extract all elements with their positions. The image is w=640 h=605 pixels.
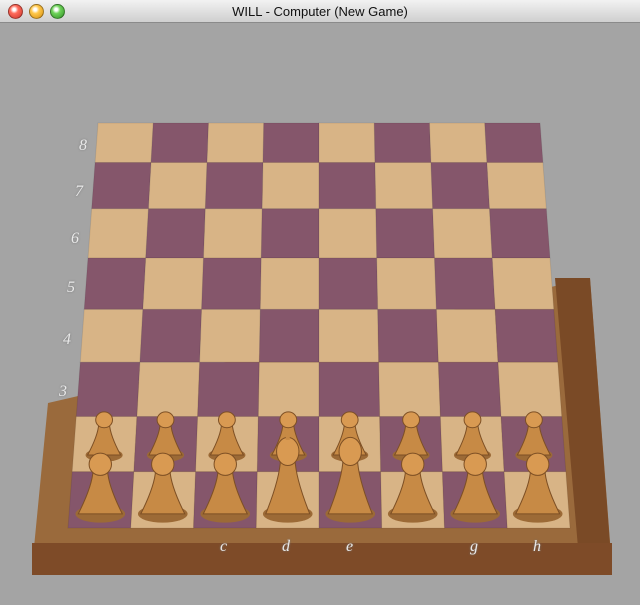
board-square[interactable] bbox=[435, 308, 499, 363]
board-square[interactable] bbox=[484, 122, 544, 163]
chess-board-svg[interactable] bbox=[0, 23, 640, 605]
board-square[interactable] bbox=[488, 208, 551, 259]
board-square[interactable] bbox=[430, 161, 491, 210]
board-square[interactable] bbox=[150, 122, 210, 163]
rank-label: 7 bbox=[75, 183, 83, 200]
board-square[interactable] bbox=[202, 208, 263, 259]
board-square[interactable] bbox=[491, 257, 555, 310]
board-square[interactable] bbox=[258, 308, 320, 363]
file-label: h bbox=[533, 538, 541, 555]
board-square[interactable] bbox=[262, 122, 320, 163]
board-square[interactable] bbox=[259, 257, 320, 310]
app-window: WILL - Computer (New Game) 8 7 6 5 4 3 c… bbox=[0, 0, 640, 605]
board-square[interactable] bbox=[437, 361, 502, 417]
board-square[interactable] bbox=[376, 257, 437, 310]
board-square[interactable] bbox=[318, 257, 379, 310]
board-square[interactable] bbox=[377, 308, 439, 363]
title-bar[interactable]: WILL - Computer (New Game) bbox=[0, 0, 640, 23]
board-square[interactable] bbox=[139, 308, 203, 363]
board-square[interactable] bbox=[375, 208, 436, 259]
board-frame-bottom bbox=[32, 543, 612, 575]
board-square[interactable] bbox=[433, 257, 496, 310]
board-square[interactable] bbox=[494, 308, 559, 363]
board-square[interactable] bbox=[199, 308, 261, 363]
board-square[interactable] bbox=[204, 161, 264, 210]
chess-scene[interactable]: 8 7 6 5 4 3 c d e g h bbox=[0, 23, 640, 605]
board-square[interactable] bbox=[486, 161, 547, 210]
board-square[interactable] bbox=[87, 208, 150, 259]
board-square[interactable] bbox=[201, 257, 262, 310]
board-square[interactable] bbox=[373, 122, 432, 163]
rank-label: 8 bbox=[79, 137, 87, 154]
board-square[interactable] bbox=[79, 308, 144, 363]
board-square[interactable] bbox=[142, 257, 205, 310]
rank-label: 3 bbox=[59, 383, 67, 400]
window-title: WILL - Computer (New Game) bbox=[232, 4, 408, 19]
rank-label: 6 bbox=[71, 230, 79, 247]
file-label: d bbox=[282, 538, 290, 555]
board-square[interactable] bbox=[197, 361, 260, 417]
board-square[interactable] bbox=[91, 161, 152, 210]
board-square[interactable] bbox=[145, 208, 206, 259]
rank-label: 4 bbox=[63, 331, 71, 348]
board-squares[interactable] bbox=[67, 122, 571, 529]
board-square[interactable] bbox=[378, 361, 441, 417]
board-square[interactable] bbox=[318, 122, 376, 163]
board-square[interactable] bbox=[260, 208, 320, 259]
board-square[interactable] bbox=[206, 122, 265, 163]
board-square[interactable] bbox=[147, 161, 208, 210]
board-square[interactable] bbox=[75, 361, 141, 417]
board-square[interactable] bbox=[136, 361, 201, 417]
rank-label: 5 bbox=[67, 279, 75, 296]
file-label: g bbox=[470, 538, 478, 555]
file-label: e bbox=[346, 538, 354, 555]
board-square[interactable] bbox=[432, 208, 493, 259]
board-square[interactable] bbox=[318, 361, 381, 417]
board-square[interactable] bbox=[83, 257, 147, 310]
board-square[interactable] bbox=[374, 161, 434, 210]
file-label: c bbox=[220, 538, 228, 555]
board-square[interactable] bbox=[428, 122, 488, 163]
board-square[interactable] bbox=[318, 208, 378, 259]
board-square[interactable] bbox=[261, 161, 320, 210]
board-square[interactable] bbox=[318, 308, 380, 363]
board-square[interactable] bbox=[318, 161, 377, 210]
board-square[interactable] bbox=[94, 122, 154, 163]
board-square[interactable] bbox=[257, 361, 320, 417]
board-square[interactable] bbox=[497, 361, 563, 417]
